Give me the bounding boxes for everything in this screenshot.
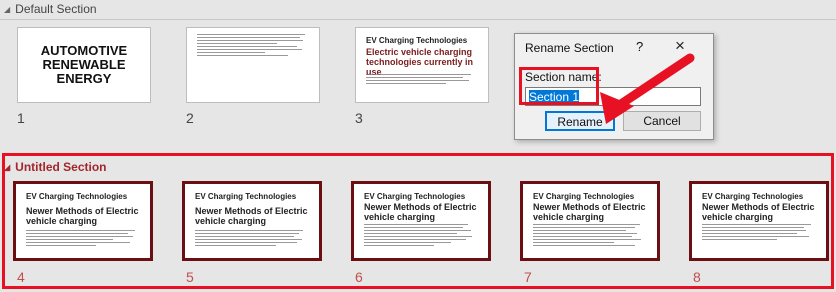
arrow-shaft bbox=[610, 53, 695, 113]
annotation-arrow bbox=[600, 53, 695, 124]
